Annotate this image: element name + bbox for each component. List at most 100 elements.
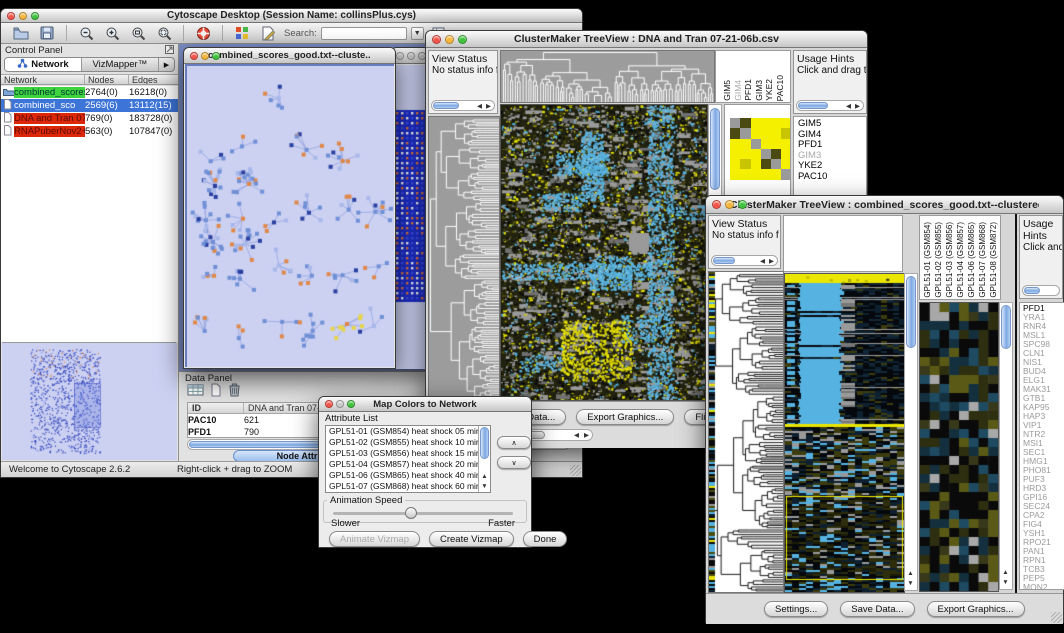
open-folder-icon[interactable] bbox=[11, 24, 31, 42]
matrix-cell[interactable] bbox=[730, 128, 740, 138]
dialog-titlebar[interactable]: Map Colors to Network bbox=[319, 397, 531, 412]
speed-slider-track[interactable] bbox=[333, 512, 513, 515]
close-icon[interactable] bbox=[7, 12, 15, 20]
resize-grip[interactable] bbox=[1051, 612, 1062, 623]
col-nodes[interactable]: Nodes bbox=[85, 75, 129, 84]
correlation-matrix[interactable] bbox=[730, 118, 791, 180]
usage-hints-hscrollbar[interactable]: ◀▶ bbox=[796, 100, 864, 111]
matrix-cell[interactable] bbox=[771, 128, 781, 138]
scrollbar-thumb[interactable] bbox=[710, 108, 720, 190]
detail-vscrollbar[interactable]: ▲▼ bbox=[999, 302, 1013, 590]
scrollbar-thumb[interactable] bbox=[713, 257, 735, 264]
tab-network[interactable]: Network bbox=[5, 58, 82, 71]
matrix-cell[interactable] bbox=[751, 128, 761, 138]
matrix-cell[interactable] bbox=[730, 149, 740, 159]
zoom-window-icon[interactable] bbox=[347, 400, 355, 408]
matrix-cell[interactable] bbox=[761, 159, 771, 169]
network-titlebar[interactable]: combined_scores_good.txt--cluste... bbox=[184, 48, 395, 64]
treeview1-titlebar[interactable]: ClusterMaker TreeView : DNA and Tran 07-… bbox=[426, 31, 867, 48]
speed-slider-thumb[interactable] bbox=[405, 507, 417, 519]
heatmap-canvas[interactable] bbox=[500, 104, 708, 401]
gene-label[interactable]: YKE2 bbox=[798, 161, 866, 172]
treeview2-titlebar[interactable]: ClusterMaker TreeView : combined_scores_… bbox=[706, 196, 1063, 214]
network-graph-canvas[interactable] bbox=[187, 66, 394, 367]
close-icon[interactable] bbox=[712, 200, 721, 209]
search-input[interactable] bbox=[321, 27, 407, 40]
matrix-cell[interactable] bbox=[781, 118, 791, 128]
matrix-cell[interactable] bbox=[730, 159, 740, 169]
settings-button[interactable]: Settings... bbox=[764, 601, 828, 617]
row-dendrogram[interactable] bbox=[428, 116, 500, 403]
scrollbar-thumb[interactable] bbox=[1001, 305, 1011, 349]
matrix-cell[interactable] bbox=[730, 118, 740, 128]
close-icon[interactable] bbox=[325, 400, 333, 408]
minimize-icon[interactable] bbox=[201, 52, 209, 60]
matrix-cell[interactable] bbox=[730, 169, 740, 179]
vizmapper-icon[interactable] bbox=[232, 24, 252, 42]
create-vizmap-button[interactable]: Create Vizmap bbox=[429, 531, 514, 547]
matrix-cell[interactable] bbox=[740, 159, 750, 169]
export-graphics-button[interactable]: Export Graphics... bbox=[927, 601, 1025, 617]
minimize-icon[interactable] bbox=[407, 52, 415, 60]
matrix-cell[interactable] bbox=[761, 118, 771, 128]
view-status-hscrollbar[interactable]: ◀▶ bbox=[431, 100, 495, 111]
scrollbar-thumb[interactable] bbox=[906, 276, 916, 348]
matrix-cell[interactable] bbox=[781, 128, 791, 138]
close-icon[interactable] bbox=[190, 52, 198, 60]
attribute-list-item[interactable]: GPL51-07 (GSM868) heat shock 60 min bbox=[326, 481, 490, 492]
help-lifering-icon[interactable] bbox=[193, 24, 213, 42]
matrix-cell[interactable] bbox=[740, 169, 750, 179]
main-titlebar[interactable]: Cytoscape Desktop (Session Name: collins… bbox=[1, 9, 582, 23]
matrix-cell[interactable] bbox=[771, 169, 781, 179]
gene-label[interactable]: MON2 bbox=[1023, 583, 1064, 590]
gene-label[interactable]: PAC10 bbox=[798, 172, 866, 183]
network-row[interactable]: RNAPuberNov2+!563(0)107847(0) bbox=[1, 125, 178, 138]
animate-vizmap-button[interactable]: Animate Vizmap bbox=[329, 531, 420, 547]
move-down-button[interactable]: ∨ bbox=[497, 456, 531, 469]
matrix-cell[interactable] bbox=[740, 128, 750, 138]
col-network[interactable]: Network bbox=[1, 75, 85, 84]
list-vscrollbar[interactable]: ▲▼ bbox=[478, 426, 490, 492]
attribute-list-item[interactable]: GPL51-04 (GSM857) heat shock 20 min bbox=[326, 459, 490, 470]
minimize-icon[interactable] bbox=[336, 400, 344, 408]
matrix-cell[interactable] bbox=[740, 118, 750, 128]
annotation-icon[interactable] bbox=[258, 24, 278, 42]
trash-icon[interactable] bbox=[228, 382, 241, 402]
matrix-cell[interactable] bbox=[751, 159, 761, 169]
matrix-cell[interactable] bbox=[751, 118, 761, 128]
close-icon[interactable] bbox=[432, 35, 441, 44]
network-row[interactable]: DNA and Tran 07769(0)183728(0) bbox=[1, 112, 178, 125]
search-dropdown-icon[interactable]: ▼ bbox=[411, 27, 424, 40]
done-button[interactable]: Done bbox=[523, 531, 568, 547]
table-grid-icon[interactable] bbox=[187, 383, 204, 402]
minimize-icon[interactable] bbox=[19, 12, 27, 20]
zoom-window-icon[interactable] bbox=[738, 200, 747, 209]
matrix-cell[interactable] bbox=[761, 169, 771, 179]
matrix-cell[interactable] bbox=[781, 159, 791, 169]
zoom-window-icon[interactable] bbox=[31, 12, 39, 20]
network-row[interactable]: combined_scores2764(0)16218(0) bbox=[1, 86, 178, 99]
matrix-cell[interactable] bbox=[771, 149, 781, 159]
matrix-cell[interactable] bbox=[771, 159, 781, 169]
zoom-window-icon[interactable] bbox=[458, 35, 467, 44]
matrix-cell[interactable] bbox=[781, 149, 791, 159]
scrollbar-thumb[interactable] bbox=[1024, 287, 1040, 294]
attribute-list-item[interactable]: GPL51-02 (GSM855) heat shock 10 min bbox=[326, 437, 490, 448]
matrix-cell[interactable] bbox=[751, 169, 761, 179]
export-graphics-button[interactable]: Export Graphics... bbox=[576, 409, 674, 425]
matrix-cell[interactable] bbox=[771, 139, 781, 149]
new-document-icon[interactable] bbox=[210, 383, 222, 402]
col-id[interactable]: ID bbox=[188, 403, 244, 413]
matrix-cell[interactable] bbox=[740, 149, 750, 159]
save-data-button[interactable]: Save Data... bbox=[840, 601, 914, 617]
matrix-cell[interactable] bbox=[751, 149, 761, 159]
matrix-cell[interactable] bbox=[761, 149, 771, 159]
matrix-cell[interactable] bbox=[761, 139, 771, 149]
usage-hints-hscrollbar[interactable] bbox=[1022, 285, 1060, 296]
network-overview-panel[interactable] bbox=[2, 342, 176, 460]
float-panel-icon[interactable] bbox=[165, 45, 174, 57]
network-row[interactable]: combined_sco2569(6)13112(15) bbox=[1, 99, 178, 112]
minimize-icon[interactable] bbox=[725, 200, 734, 209]
matrix-cell[interactable] bbox=[781, 139, 791, 149]
matrix-cell[interactable] bbox=[771, 118, 781, 128]
